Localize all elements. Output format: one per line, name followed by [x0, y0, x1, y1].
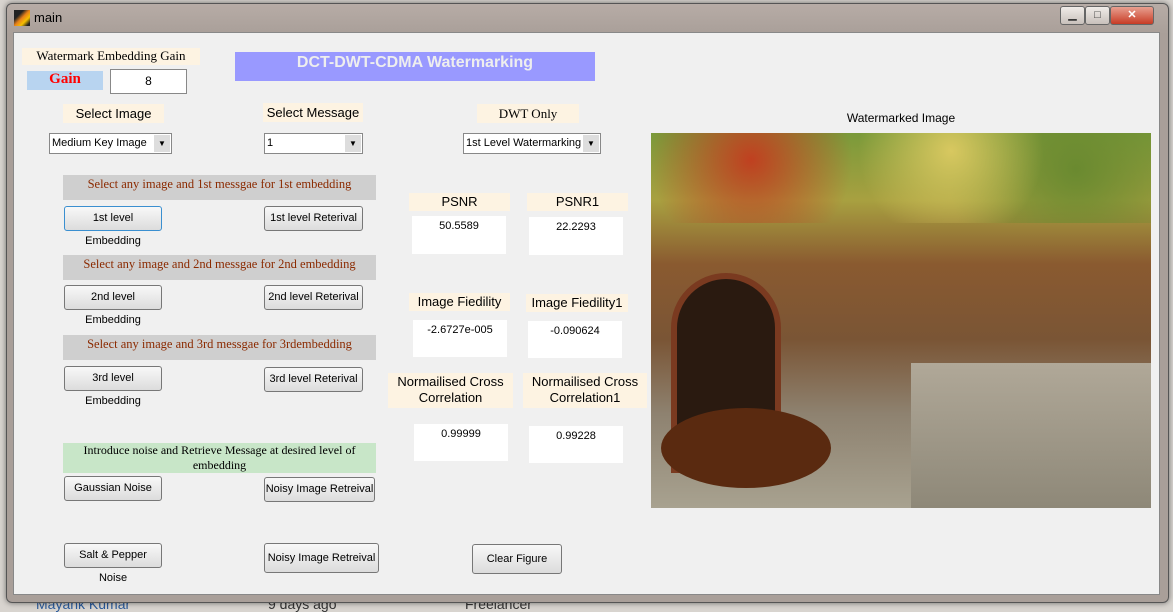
close-button[interactable]: ✕ [1110, 6, 1154, 25]
fidelity-label: Image Fiedility [409, 293, 510, 311]
dwt-label: DWT Only [477, 104, 579, 123]
select-message-label: Select Message [263, 103, 363, 122]
ncc-value: 0.99999 [414, 424, 508, 461]
noisy-retrieval-2-button[interactable]: Noisy Image Retreival [264, 543, 379, 573]
image-dropdown[interactable]: Medium Key Image ▼ [49, 133, 172, 154]
retrieve-1-button[interactable]: 1st level Reterival [264, 206, 363, 231]
step1-hint: Select any image and 1st messgae for 1st… [63, 175, 376, 200]
app-title: DCT-DWT-CDMA Watermarking [235, 52, 595, 81]
psnr1-label: PSNR1 [527, 193, 628, 211]
salt-pepper-noise-button[interactable]: Salt & Pepper Noise [64, 543, 162, 584]
gain-input[interactable]: 8 [110, 69, 187, 94]
ncc1-value: 0.99228 [529, 426, 623, 463]
chevron-down-icon: ▼ [345, 135, 361, 152]
message-dropdown[interactable]: 1 ▼ [264, 133, 363, 154]
noise-hint: Introduce noise and Retrieve Message at … [63, 443, 376, 473]
step3-hint: Select any image and 3rd messgae for 3rd… [63, 335, 376, 360]
gain-header: Watermark Embedding Gain [22, 48, 200, 65]
fidelity1-value: -0.090624 [528, 321, 622, 358]
fidelity-value: -2.6727e-005 [413, 320, 507, 357]
gaussian-noise-button[interactable]: Gaussian Noise [64, 476, 162, 501]
image-dropdown-value: Medium Key Image [52, 137, 147, 149]
ncc-label: Normailised Cross Correlation [388, 373, 513, 408]
watermarked-image [651, 133, 1151, 508]
chevron-down-icon: ▼ [583, 135, 599, 152]
clear-figure-button[interactable]: Clear Figure [472, 544, 562, 574]
ncc1-label: Normailised Cross Correlation1 [523, 373, 647, 408]
embed-1-button[interactable]: 1st level Embedding [64, 206, 162, 247]
psnr1-value: 22.2293 [529, 217, 623, 255]
maximize-button[interactable]: □ [1085, 6, 1110, 25]
gain-label: Gain [27, 71, 103, 90]
dwt-dropdown-value: 1st Level Watermarking [466, 137, 582, 149]
dwt-dropdown[interactable]: 1st Level Watermarking ▼ [463, 133, 601, 154]
matlab-icon [14, 10, 30, 26]
embed-2-button[interactable]: 2nd level Embedding [64, 285, 162, 326]
embed-3-button[interactable]: 3rd level Embedding [64, 366, 162, 407]
fidelity1-label: Image Fiedility1 [526, 294, 628, 312]
minimize-button[interactable]: ▁ [1060, 6, 1085, 25]
message-dropdown-value: 1 [267, 137, 274, 149]
select-image-label: Select Image [63, 104, 164, 123]
step2-hint: Select any image and 2nd messgae for 2nd… [63, 255, 376, 280]
psnr-label: PSNR [409, 193, 510, 211]
chevron-down-icon: ▼ [154, 135, 170, 152]
retrieve-3-button[interactable]: 3rd level Reterival [264, 367, 363, 392]
window-title: main [34, 10, 63, 25]
retrieve-2-button[interactable]: 2nd level Reterival [264, 285, 363, 310]
psnr-value: 50.5589 [412, 216, 506, 254]
noisy-retrieval-1-button[interactable]: Noisy Image Retreival [264, 477, 375, 502]
image-title: Watermarked Image [846, 111, 956, 125]
